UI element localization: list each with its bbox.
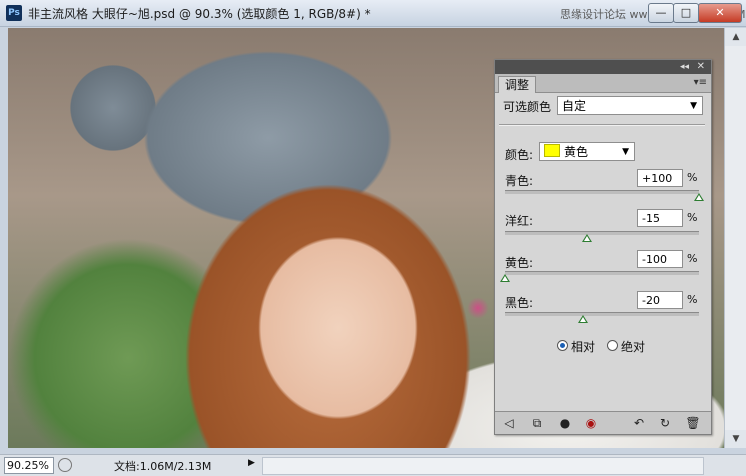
close-button[interactable]: ✕ (698, 3, 742, 23)
reset-icon[interactable]: ↻ (657, 415, 673, 431)
window-title: 非主流风格 大眼仔~旭.psd @ 90.3% (选取颜色 1, RGB/8#)… (28, 7, 371, 21)
clip-layer-icon[interactable]: ⧉ (529, 415, 545, 431)
magenta-slider-track[interactable] (505, 231, 699, 235)
tab-adjustments[interactable]: 调整 (498, 76, 537, 93)
yellow-percent: % (687, 252, 698, 265)
black-slider-thumb[interactable] (577, 315, 588, 323)
panel-header: ◂◂ ✕ (495, 60, 711, 74)
visibility-icon[interactable]: ● (557, 415, 573, 431)
view-previous-icon[interactable]: ↶ (631, 415, 647, 431)
preset-label: 可选颜色 (503, 100, 552, 114)
panel-tab-row: 调整 ▾≡ (495, 74, 711, 93)
absolute-radio[interactable] (607, 340, 618, 351)
magenta-slider-thumb[interactable] (582, 234, 593, 242)
magenta-value-input[interactable]: -15 (637, 209, 683, 227)
relative-label: 相对 (571, 340, 596, 354)
collapse-icon[interactable]: ◂◂ (680, 60, 689, 74)
maximize-button[interactable]: □ (673, 3, 699, 23)
black-label: 黑色: (505, 296, 534, 310)
cyan-label: 青色: (505, 174, 534, 188)
photoshop-window: Ps 非主流风格 大眼仔~旭.psd @ 90.3% (选取颜色 1, RGB/… (0, 0, 746, 476)
scroll-down-icon[interactable]: ▼ (725, 430, 746, 448)
vertical-scrollbar[interactable]: ▲ ▼ (724, 28, 746, 448)
cyan-slider-thumb[interactable] (694, 193, 704, 201)
panel-close-icon[interactable]: ✕ (697, 60, 705, 74)
panel-menu-icon[interactable]: ▾≡ (694, 77, 707, 88)
relative-radio[interactable] (557, 340, 568, 351)
eye-off-icon[interactable]: ◉ (583, 415, 599, 431)
yellow-slider-track[interactable] (505, 271, 699, 275)
zoom-field[interactable]: 90.25% (4, 457, 54, 474)
back-arrow-icon[interactable]: ◁ (501, 415, 517, 431)
preset-select[interactable]: 自定 ▼ (557, 96, 703, 115)
horizontal-scrollbar[interactable] (262, 457, 704, 475)
cyan-percent: % (687, 171, 698, 184)
black-percent: % (687, 293, 698, 306)
status-arrow-icon[interactable]: ▶ (248, 458, 255, 468)
photoshop-logo-icon: Ps (6, 5, 22, 21)
yellow-slider-thumb[interactable] (500, 274, 510, 282)
status-menu-icon[interactable] (58, 458, 72, 472)
divider (499, 124, 705, 126)
delete-icon[interactable]: 🗑 (685, 415, 701, 431)
cyan-value-input[interactable]: +100 (637, 169, 683, 187)
colors-label: 颜色: (505, 148, 534, 162)
minimize-button[interactable]: — (648, 3, 674, 23)
scroll-up-icon[interactable]: ▲ (725, 28, 746, 46)
chevron-down-icon: ▼ (690, 101, 697, 111)
yellow-swatch-icon (544, 144, 560, 157)
chevron-down-icon: ▼ (622, 147, 629, 157)
status-bar: 90.25% 文档:1.06M/2.13M ▶ (0, 454, 746, 476)
cyan-slider-track[interactable] (505, 190, 699, 194)
preset-value: 自定 (562, 99, 587, 113)
colors-value: 黄色 (564, 145, 589, 159)
black-value-input[interactable]: -20 (637, 291, 683, 309)
magenta-percent: % (687, 211, 698, 224)
yellow-label: 黄色: (505, 256, 534, 270)
magenta-label: 洋红: (505, 214, 534, 228)
black-slider-track[interactable] (505, 312, 699, 316)
absolute-label: 绝对 (621, 340, 646, 354)
yellow-value-input[interactable]: -100 (637, 250, 683, 268)
document-info: 文档:1.06M/2.13M (114, 460, 212, 473)
title-bar: Ps 非主流风格 大眼仔~旭.psd @ 90.3% (选取颜色 1, RGB/… (0, 0, 746, 27)
adjustments-panel: ◂◂ ✕ 调整 ▾≡ 可选颜色 自定 ▼ 颜色: 黄色 ▼ 青色: +100 %… (494, 59, 712, 435)
colors-select[interactable]: 黄色 ▼ (539, 142, 635, 161)
panel-toolbar: ◁ ⧉ ● ◉ ↶ ↻ 🗑 (495, 411, 711, 434)
